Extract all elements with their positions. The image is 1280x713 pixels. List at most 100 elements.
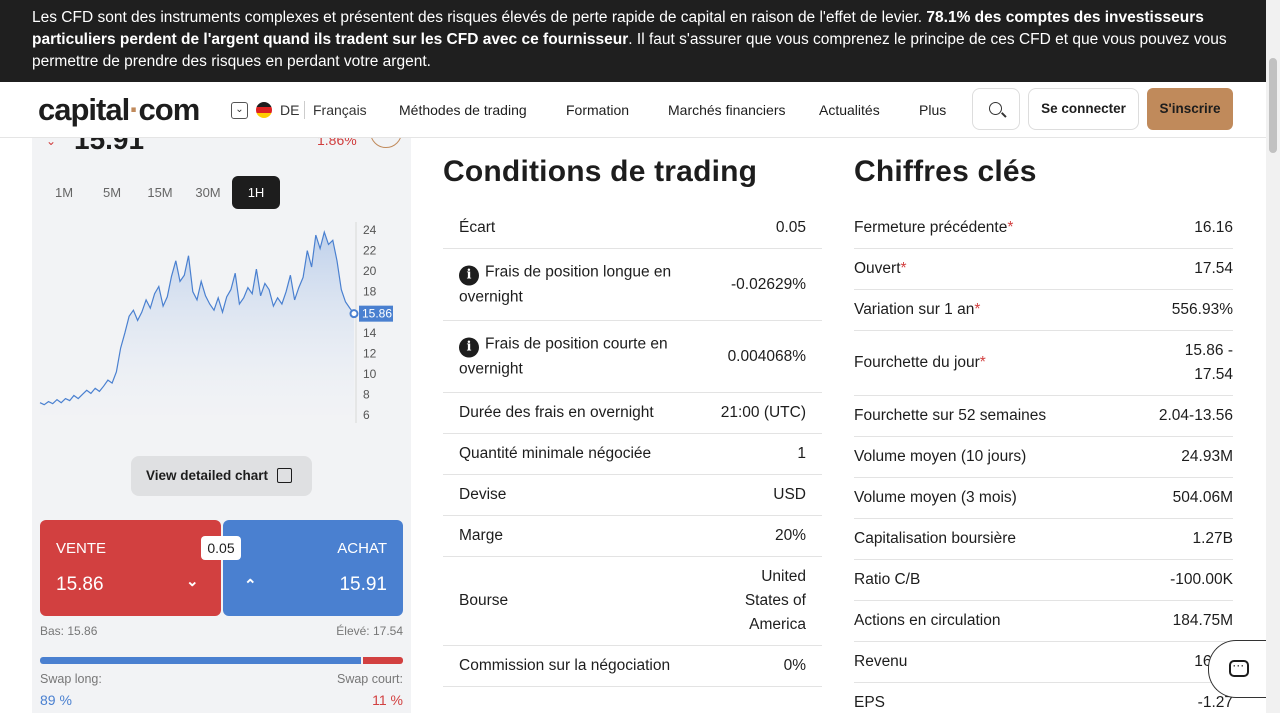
germany-flag-icon[interactable]	[256, 102, 272, 118]
row-label: Écart	[459, 219, 496, 236]
chevron-down-icon[interactable]: ⌄	[231, 102, 248, 119]
row-value: 1	[797, 445, 806, 462]
view-detailed-chart-button[interactable]: View detailed chart	[131, 456, 312, 496]
table-row: Écart 0.05	[443, 208, 822, 249]
nav-markets[interactable]: Marchés financiers	[668, 102, 786, 118]
timeframe-1m[interactable]: 1M	[40, 176, 88, 209]
row-label: Fermeture précédente*	[854, 219, 1014, 236]
language-code[interactable]: DE	[280, 102, 299, 118]
table-row: Ouvert* 17.54	[854, 249, 1233, 290]
instrument-panel: ⌄ 15.91 1.86% 1M 5M 15M 30M 1H 24 22 20 18 1…	[32, 138, 411, 713]
row-label: Bourse	[459, 592, 509, 609]
table-row: Ratio C/B -100.00K	[854, 560, 1233, 601]
row-value: 0.004068%	[727, 347, 806, 365]
timeframe-5m[interactable]: 5M	[88, 176, 136, 209]
row-label: i Frais de position longue en overnight	[459, 263, 672, 305]
page-scrollbar[interactable]	[1266, 0, 1280, 713]
table-row: Durée des frais en overnight 21:00 (UTC)	[443, 393, 822, 434]
table-row: Quantité minimale négociée 1	[443, 434, 822, 475]
row-value: USD	[773, 486, 806, 503]
row-value: 21:00 (UTC)	[720, 404, 806, 421]
spread-badge: 0.05	[201, 536, 241, 560]
table-row: i Frais de position courte en overnight 0.…	[443, 321, 822, 393]
table-row: i Frais de position longue en overnight -0…	[443, 249, 822, 321]
row-value: 15.86 - 17.54	[1184, 342, 1233, 383]
buy-button[interactable]: ACHAT 15.91 ⌃	[223, 520, 403, 616]
signup-button[interactable]: S'inscrire	[1147, 88, 1233, 130]
row-label: EPS	[854, 694, 886, 711]
asterisk-icon: *	[974, 301, 981, 318]
row-label: Ratio C/B	[854, 571, 921, 588]
buy-label: ACHAT	[337, 540, 387, 557]
row-label: Devise	[459, 486, 507, 503]
y-tick-label: 22	[363, 244, 377, 258]
logo[interactable]: capital·com	[38, 92, 200, 128]
site-header: capital·com ⌄ DE Français Méthodes de tr…	[0, 82, 1266, 138]
row-label: Variation sur 1 an*	[854, 301, 981, 318]
row-label: Quantité minimale négociée	[459, 445, 652, 462]
chevron-up-icon: ⌃	[244, 577, 257, 594]
price-chart[interactable]: 24222018161412108615.86	[32, 218, 411, 428]
table-row: Fourchette du jour* 15.86 - 17.54	[854, 331, 1233, 396]
table-row: Actions en circulation 184.75M	[854, 601, 1233, 642]
swap-long-value: 89 %	[40, 692, 72, 708]
row-value: -100.00K	[1170, 571, 1233, 588]
price-change-percent: 1.86%	[317, 138, 357, 148]
sell-label: VENTE	[56, 540, 107, 557]
sell-button[interactable]: VENTE 15.86 ⌄	[40, 520, 221, 616]
timeframe-15m[interactable]: 15M	[136, 176, 184, 209]
info-icon[interactable]: i	[459, 265, 479, 285]
y-tick-label: 18	[363, 285, 377, 299]
table-row: Commission sur la négociation 0%	[443, 646, 822, 687]
nav-more[interactable]: Plus	[919, 102, 946, 118]
timeframe-1h[interactable]: 1H	[232, 176, 280, 209]
row-value: 184.75M	[1172, 612, 1233, 629]
chevron-down-icon: ⌄	[186, 573, 199, 590]
y-tick-label: 12	[363, 346, 377, 360]
row-value: 556.93%	[1171, 301, 1233, 318]
search-button[interactable]	[972, 88, 1020, 130]
row-value: 20%	[774, 527, 806, 544]
y-tick-label: 6	[363, 408, 370, 422]
chevron-down-icon: ⌄	[46, 138, 57, 148]
chat-button[interactable]: ···	[1208, 640, 1266, 698]
trading-conditions-table: Écart 0.05 i Frais de position longue en ov…	[443, 208, 822, 687]
row-value: 16.16	[1194, 219, 1233, 236]
table-row: Bourse United States of America	[443, 557, 822, 646]
nav-news[interactable]: Actualités	[819, 102, 880, 118]
row-value: 0%	[783, 657, 806, 674]
day-low: Bas: 15.86	[40, 624, 98, 638]
login-button[interactable]: Se connecter	[1028, 88, 1139, 130]
row-value: 1.27B	[1192, 530, 1233, 547]
key-figures-table: Fermeture précédente* 16.16 Ouvert* 17.54 Va…	[854, 208, 1233, 713]
timeframe-30m[interactable]: 30M	[184, 176, 232, 209]
instrument-price: 15.91	[74, 138, 145, 155]
language-selector[interactable]: Français	[313, 102, 367, 118]
nav-education[interactable]: Formation	[566, 102, 629, 118]
row-label: Actions en circulation	[854, 612, 1001, 629]
row-label: Durée des frais en overnight	[459, 404, 654, 421]
chat-icon: ···	[1229, 660, 1249, 677]
row-value: 2.04-13.56	[1158, 407, 1233, 424]
y-tick-label: 10	[363, 367, 377, 381]
table-row: Volume moyen (10 jours) 24.93M	[854, 437, 1233, 478]
row-label: Commission sur la négociation	[459, 657, 671, 674]
table-row: Devise USD	[443, 475, 822, 516]
y-tick-label: 8	[363, 387, 370, 401]
table-row: Marge 20%	[443, 516, 822, 557]
y-tick-label: 20	[363, 264, 377, 278]
table-row: Volume moyen (3 mois) 504.06M	[854, 478, 1233, 519]
key-figures-title: Chiffres clés	[854, 155, 1037, 188]
row-label: Revenu	[854, 653, 908, 670]
row-value: 0.05	[775, 219, 806, 236]
watchlist-button[interactable]	[370, 138, 402, 148]
info-icon[interactable]: i	[459, 337, 479, 357]
risk-warning-banner: Les CFD sont des instruments complexes e…	[0, 0, 1266, 82]
current-price-marker	[349, 309, 359, 319]
chart-area-fill	[40, 232, 354, 415]
table-row: Fermeture précédente* 16.16	[854, 208, 1233, 249]
asterisk-icon: *	[900, 260, 907, 277]
sell-price: 15.86	[56, 574, 104, 595]
row-label: Fourchette sur 52 semaines	[854, 407, 1047, 424]
nav-trading-methods[interactable]: Méthodes de trading	[399, 102, 527, 118]
